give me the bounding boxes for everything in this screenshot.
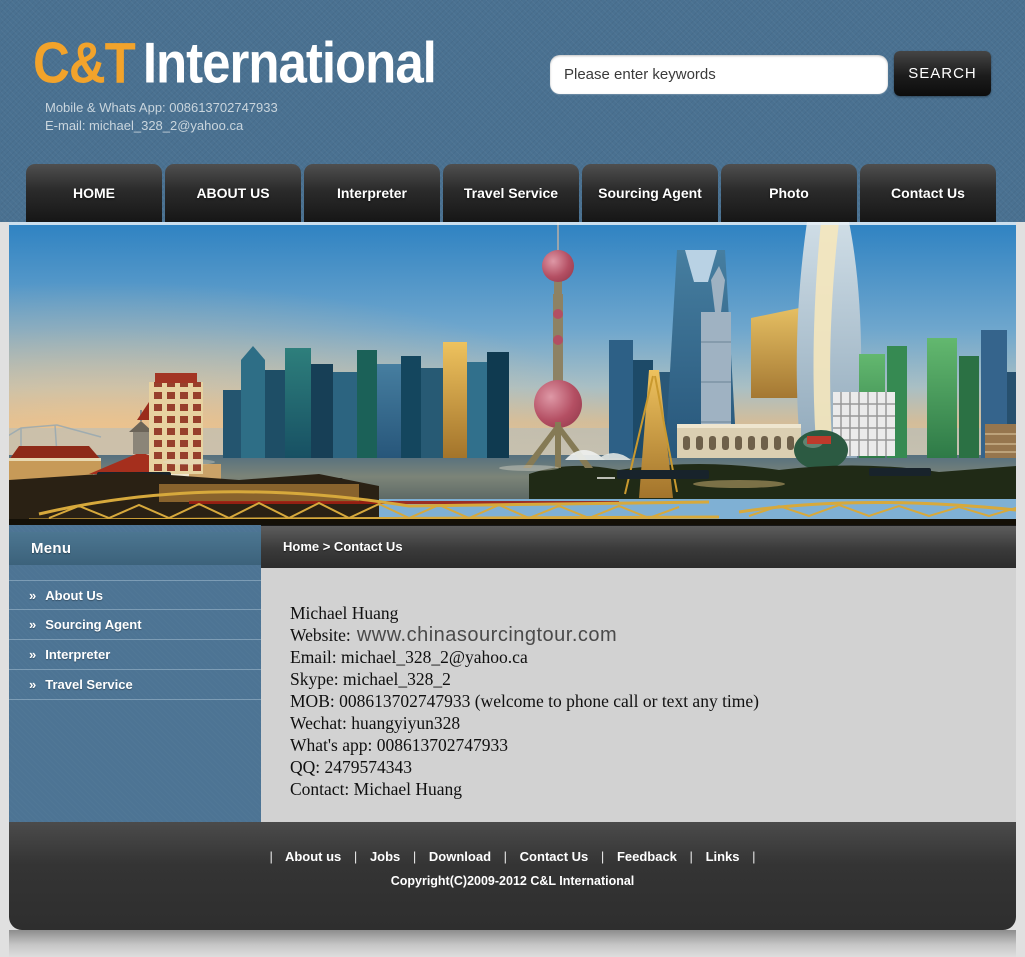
- tab-about-us[interactable]: ABOUT US: [165, 164, 301, 222]
- contact-mob-line: MOB: 008613702747933 (welcome to phone c…: [290, 690, 996, 712]
- footer-link-download[interactable]: Download: [429, 849, 491, 864]
- contact-email-line: Email: michael_328_2@yahoo.ca: [290, 646, 996, 668]
- footer-links: | About us | Jobs | Download | Contact U…: [9, 822, 1016, 864]
- tab-home[interactable]: HOME: [26, 164, 162, 222]
- banner-image: [9, 222, 1016, 525]
- sidebar-item-label: Sourcing Agent: [45, 617, 141, 632]
- header: C&TInternational Mobile & Whats App: 008…: [0, 0, 1025, 222]
- double-chevron-icon: »: [29, 677, 36, 692]
- sidebar-item-label: About Us: [45, 588, 103, 603]
- separator: |: [413, 849, 416, 864]
- separator: |: [752, 849, 755, 864]
- separator: |: [269, 849, 272, 864]
- content-area: Home > Contact Us Michael Huang Website:…: [261, 525, 1016, 822]
- separator: |: [354, 849, 357, 864]
- double-chevron-icon: »: [29, 617, 36, 632]
- site-logo[interactable]: C&TInternational: [33, 30, 436, 96]
- logo-primary: C&T: [33, 31, 135, 95]
- footer-link-about-us[interactable]: About us: [285, 849, 341, 864]
- separator: |: [690, 849, 693, 864]
- footer-link-feedback[interactable]: Feedback: [617, 849, 677, 864]
- contact-whatsapp-line: What's app: 008613702747933: [290, 734, 996, 756]
- contact-wechat-line: Wechat: huangyiyun328: [290, 712, 996, 734]
- breadcrumb: Home > Contact Us: [261, 525, 1016, 568]
- logo-secondary: International: [143, 31, 436, 95]
- double-chevron-icon: »: [29, 588, 36, 603]
- footer-link-contact-us[interactable]: Contact Us: [520, 849, 589, 864]
- contact-info-block: Michael Huang Website: www.chinasourcingt…: [261, 568, 1016, 800]
- sidebar-item-label: Interpreter: [45, 647, 110, 662]
- sidebar-item-sourcing-agent[interactable]: » Sourcing Agent: [9, 610, 261, 640]
- search-button[interactable]: SEARCH: [894, 51, 991, 96]
- sidebar-title: Menu: [9, 532, 261, 565]
- tab-contact-us[interactable]: Contact Us: [860, 164, 996, 222]
- tab-interpreter[interactable]: Interpreter: [304, 164, 440, 222]
- search-input[interactable]: [550, 55, 888, 94]
- sidebar-item-travel-service[interactable]: » Travel Service: [9, 670, 261, 700]
- contact-website-line: Website: www.chinasourcingtour.com: [290, 624, 996, 646]
- breadcrumb-path[interactable]: Home > Contact Us: [283, 539, 403, 554]
- sidebar-menu: » About Us » Sourcing Agent » Interpreter »…: [9, 580, 261, 700]
- sidebar: Menu » About Us » Sourcing Agent » Interpre…: [9, 525, 261, 822]
- contact-name-line: Michael Huang: [290, 602, 996, 624]
- contact-person-line: Contact: Michael Huang: [290, 778, 996, 800]
- footer-reflection: [9, 930, 1016, 957]
- contact-qq-line: QQ: 2479574343: [290, 756, 996, 778]
- header-mobile-line: Mobile & Whats App: 008613702747933: [45, 99, 278, 117]
- website-url-link[interactable]: www.chinasourcingtour.com: [357, 624, 617, 646]
- website-label: Website:: [290, 625, 351, 645]
- footer: | About us | Jobs | Download | Contact U…: [9, 822, 1016, 930]
- main-nav: HOME ABOUT US Interpreter Travel Service…: [26, 164, 996, 222]
- tab-photo[interactable]: Photo: [721, 164, 857, 222]
- header-email-line: E-mail: michael_328_2@yahoo.ca: [45, 117, 278, 135]
- double-chevron-icon: »: [29, 647, 36, 662]
- tab-sourcing-agent[interactable]: Sourcing Agent: [582, 164, 718, 222]
- header-contact-lines: Mobile & Whats App: 008613702747933 E-ma…: [45, 99, 278, 135]
- page: C&TInternational Mobile & Whats App: 008…: [0, 0, 1025, 957]
- footer-link-links[interactable]: Links: [706, 849, 740, 864]
- separator: |: [601, 849, 604, 864]
- footer-link-jobs[interactable]: Jobs: [370, 849, 400, 864]
- tab-travel-service[interactable]: Travel Service: [443, 164, 579, 222]
- shanghai-skyline-graphic: [9, 222, 1016, 525]
- separator: |: [504, 849, 507, 864]
- copyright-text: Copyright(C)2009-2012 C&L International: [9, 874, 1016, 888]
- contact-skype-line: Skype: michael_328_2: [290, 668, 996, 690]
- sidebar-item-about-us[interactable]: » About Us: [9, 580, 261, 610]
- sidebar-item-label: Travel Service: [45, 677, 132, 692]
- sidebar-item-interpreter[interactable]: » Interpreter: [9, 640, 261, 670]
- main-area: Menu » About Us » Sourcing Agent » Interpre…: [9, 525, 1016, 822]
